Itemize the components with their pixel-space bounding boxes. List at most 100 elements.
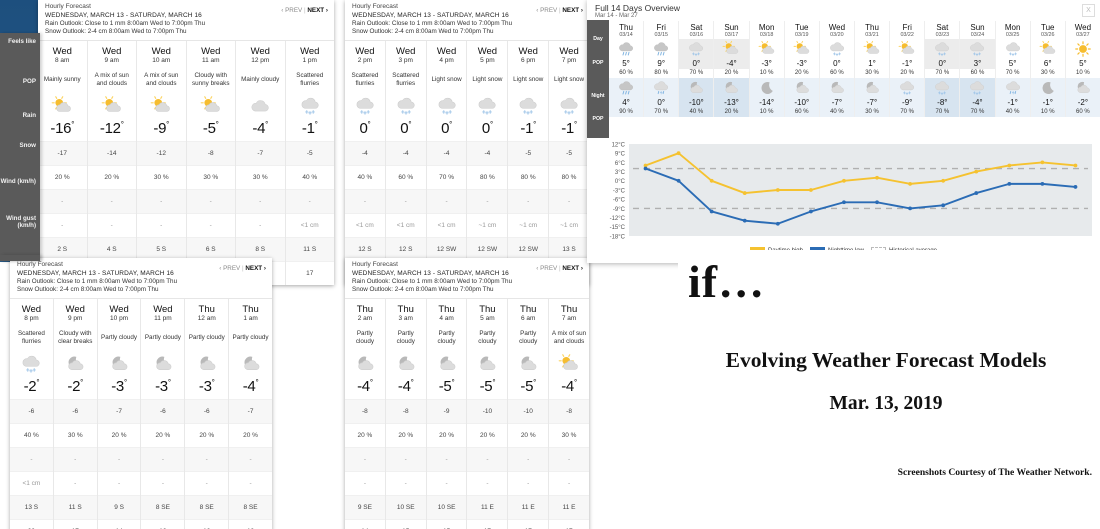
next-button[interactable]: NEXT › xyxy=(307,7,328,14)
overview-day-pop: 10 % xyxy=(1076,70,1090,76)
prev-button[interactable]: ‹ PREV xyxy=(219,265,240,272)
column-day: Wed xyxy=(477,45,498,57)
column-pop: 20 % xyxy=(229,422,272,447)
column-day: Wed xyxy=(300,45,320,57)
overview-night-temp: 4° xyxy=(609,97,644,108)
column-weather-icon xyxy=(508,351,548,377)
moon-cloud-icon xyxy=(200,356,216,370)
column-condition: Light snow xyxy=(554,75,585,83)
sun-cloud-icon xyxy=(863,40,880,54)
column-temperature: -3° xyxy=(111,377,127,395)
overview-day-icon xyxy=(749,39,784,58)
column-snow: - xyxy=(508,470,549,495)
column-wind: 9 S xyxy=(97,494,141,519)
moon-cloud-icon xyxy=(521,356,537,370)
full-14-days-overview-panel: Full 14 Days Overview Mar 14 - Mar 27 X … xyxy=(587,0,1100,263)
snow-cloud-icon xyxy=(356,97,374,115)
hourly-column: Wed 10 pm Partly cloudy -3° -7 20 % - - … xyxy=(97,298,142,529)
overview-day-temp: -4° xyxy=(714,58,749,69)
column-hour: 10 pm xyxy=(110,314,129,322)
moon-cloud-icon xyxy=(358,356,374,370)
overview-day-column: Thu 03/14 5° 60 % 4° 90 % xyxy=(609,21,645,117)
column-feels-like: -4 xyxy=(345,140,385,165)
column-day: Wed xyxy=(559,45,579,57)
column-rain: - xyxy=(345,188,385,213)
next-button[interactable]: NEXT › xyxy=(245,265,266,272)
prev-button[interactable]: ‹ PREV xyxy=(536,7,557,14)
overview-date: 03/23 xyxy=(935,32,950,38)
overview-night-pop: 40 % xyxy=(819,108,854,117)
cloud-icon xyxy=(251,100,269,112)
column-condition: Light snow xyxy=(431,75,462,83)
overview-day-pop: 70 % xyxy=(935,70,950,76)
overview-day-of-week: Mon xyxy=(1004,23,1021,32)
column-snow: - xyxy=(97,470,141,495)
hourly-column: Thu 3 am Partly cloudy -4° -8 20 % - - 1… xyxy=(385,298,427,529)
column-snow: - xyxy=(38,212,87,237)
column-rain: - xyxy=(345,446,385,471)
column-weather-icon xyxy=(54,351,97,377)
overview-date: 03/15 xyxy=(654,32,668,38)
overview-day-temp: -3° xyxy=(784,58,819,69)
overview-label-pop-night: POP xyxy=(592,116,604,122)
column-wind-gust: 15 xyxy=(426,518,467,529)
overview-night-pop: 90 % xyxy=(609,108,644,117)
column-weather-icon xyxy=(386,351,426,377)
rain-cloud-icon xyxy=(619,80,634,94)
column-hour: 4 pm xyxy=(439,56,454,64)
column-temperature: -1° xyxy=(561,119,577,137)
column-condition: Light snow xyxy=(513,75,544,83)
prev-button[interactable]: ‹ PREV xyxy=(536,265,557,272)
column-temperature: -5° xyxy=(438,377,455,395)
snow-cloud-icon xyxy=(830,41,844,56)
column-feels-like: -10 xyxy=(508,398,549,423)
column-condition: Scattered flurries xyxy=(17,329,45,345)
overview-night-icon xyxy=(819,78,854,97)
column-day: Wed xyxy=(201,45,221,57)
column-wind: 9 SE xyxy=(345,494,385,519)
overview-day-of-week: Tue xyxy=(1041,23,1055,32)
overview-night-temp: -10° xyxy=(784,97,819,108)
column-day: Thu xyxy=(520,303,537,315)
overview-night-icon xyxy=(749,78,784,97)
column-pop: 70 % xyxy=(426,164,467,189)
sun-cloud-icon xyxy=(758,40,774,54)
prev-button[interactable]: ‹ PREV xyxy=(281,7,302,14)
column-day: Thu xyxy=(356,303,374,315)
column-wind-gust: 12 xyxy=(141,518,185,529)
overview-night-icon xyxy=(995,78,1030,97)
overview-day-pop: 70 % xyxy=(689,70,704,76)
column-wind-gust: 17 xyxy=(53,518,97,529)
sun-cloud-icon xyxy=(101,95,121,112)
column-pop: 20 % xyxy=(345,422,385,447)
column-pop: 20 % xyxy=(467,422,508,447)
svg-text:3°C: 3°C xyxy=(615,170,626,176)
column-rain: - xyxy=(285,188,334,213)
rain-cloud-icon xyxy=(619,41,634,55)
column-condition: A mix of sun and clouds xyxy=(94,71,129,87)
column-condition: Partly cloudy xyxy=(101,333,138,341)
snow-outlook: Snow Outlook: 2-4 cm 8:00am Wed to 7:00p… xyxy=(352,28,494,36)
snow-cloud-icon xyxy=(935,41,950,56)
panel-header: Hourly Forecast WEDNESDAY, MARCH 13 - SA… xyxy=(345,0,589,41)
close-icon[interactable]: X xyxy=(1082,4,1095,17)
column-weather-icon xyxy=(549,351,589,377)
sun-cloud-icon xyxy=(723,40,739,54)
hourly-column: Wed 5 pm Light snow 0° -4 80 % - ~1 cm 1… xyxy=(467,40,509,285)
snow-cloud-icon xyxy=(689,41,704,56)
moon-cloud-icon xyxy=(866,81,879,93)
moon-cloud-icon xyxy=(1077,81,1090,93)
snow-outlook: Snow Outlook: 2-4 cm 8:00am Wed to 7:00p… xyxy=(45,28,187,36)
column-hour: 1 pm xyxy=(302,56,317,64)
hourly-column: Wed 7 pm Light snow -1° -5 80 % - ~1 cm … xyxy=(549,41,589,285)
row-label: Rain xyxy=(22,112,36,119)
overview-night-pop: 10 % xyxy=(749,108,784,117)
next-button[interactable]: NEXT › xyxy=(562,7,583,14)
column-wind: 11 E xyxy=(467,494,508,519)
svg-text:-6°C: -6°C xyxy=(613,198,626,204)
moon-cloud-icon xyxy=(690,81,704,93)
overview-label-day: Day xyxy=(593,36,603,42)
hourly-column: Thu 5 am Partly cloudy -5° -10 20 % - - … xyxy=(467,298,509,529)
column-weather-icon xyxy=(38,93,87,119)
next-button[interactable]: NEXT › xyxy=(562,265,583,272)
